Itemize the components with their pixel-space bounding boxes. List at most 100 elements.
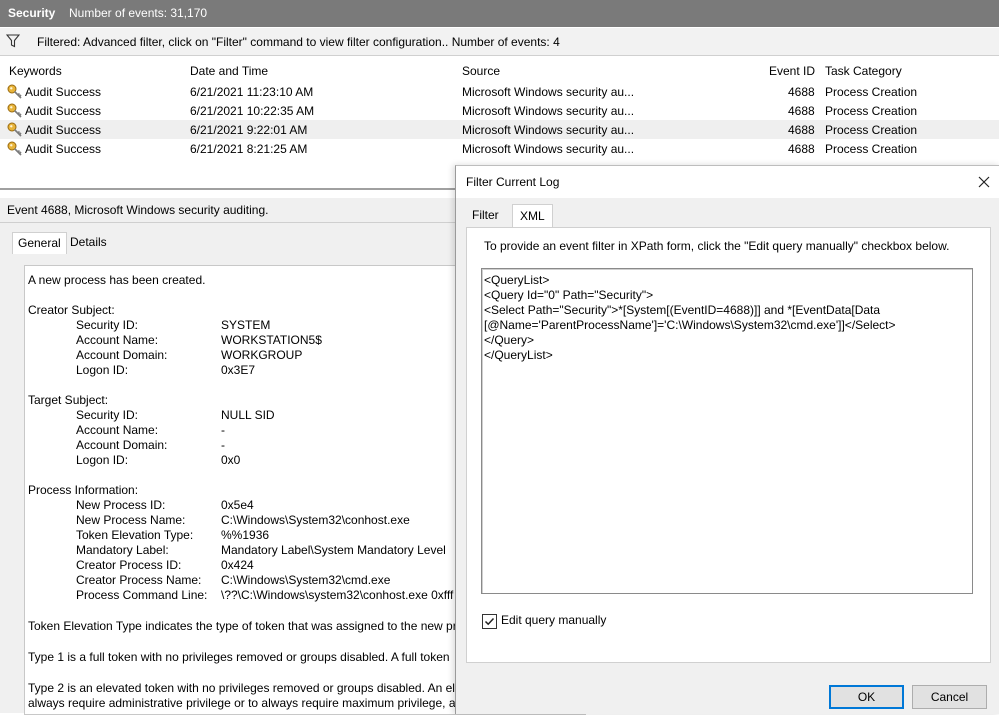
xml-line: <QueryList> <box>484 273 550 287</box>
edit-query-manually-label[interactable]: Edit query manually <box>501 613 606 627</box>
log-name: Security <box>8 6 56 20</box>
field-value: - <box>221 438 225 452</box>
column-header-task-category[interactable]: Task Category <box>825 64 902 78</box>
cell-event-id: 4688 <box>788 142 815 156</box>
field-label: Token Elevation Type: <box>76 528 194 542</box>
filter-info-bar: Filtered: Advanced filter, click on "Fil… <box>0 28 999 56</box>
cell-keyword: Audit Success <box>25 142 102 156</box>
field-label: Logon ID: <box>76 453 129 467</box>
cancel-button[interactable]: Cancel <box>912 685 987 709</box>
cell-source: Microsoft Windows security au... <box>462 123 635 137</box>
funnel-icon <box>6 34 20 48</box>
cell-datetime: 6/21/2021 11:23:10 AM <box>190 85 314 99</box>
field-value: C:\Windows\System32\conhost.exe <box>221 513 410 527</box>
dialog-title: Filter Current Log <box>466 175 560 189</box>
cell-category: Process Creation <box>825 142 918 156</box>
cell-event-id: 4688 <box>788 123 815 137</box>
field-value: 0x424 <box>221 558 254 572</box>
field-value: \??\C:\Windows\system32\conhost.exe 0xff… <box>221 588 454 602</box>
section-heading: Target Subject: <box>28 393 109 407</box>
key-icon <box>7 84 22 99</box>
field-label: Security ID: <box>76 408 139 422</box>
column-header-keywords[interactable]: Keywords <box>9 64 62 78</box>
filter-current-log-dialog: Filter Current Log Filter XML To provide… <box>455 165 999 714</box>
field-value: WORKGROUP <box>221 348 303 362</box>
description-line: always require administrative privilege … <box>28 696 456 710</box>
table-row[interactable]: Audit Success 6/21/2021 11:23:10 AM Micr… <box>0 82 999 101</box>
cell-keyword: Audit Success <box>25 104 102 118</box>
field-label: New Process Name: <box>76 513 186 527</box>
cell-source: Microsoft Windows security au... <box>462 85 635 99</box>
description-line: Type 1 is a full token with no privilege… <box>28 650 450 664</box>
column-header-event-id[interactable]: Event ID <box>769 64 815 78</box>
table-row[interactable]: Audit Success 6/21/2021 10:22:35 AM Micr… <box>0 101 999 120</box>
table-row-selected[interactable]: Audit Success 6/21/2021 9:22:01 AM Micro… <box>0 120 999 139</box>
key-icon <box>7 122 22 137</box>
field-value: NULL SID <box>221 408 275 422</box>
xml-line: [@Name='ParentProcessName']='C:\Windows\… <box>484 318 896 332</box>
event-count: Number of events: 31,170 <box>69 6 208 20</box>
tab-details[interactable]: Details <box>65 232 112 252</box>
field-label: Account Domain: <box>76 348 168 362</box>
field-value: - <box>221 423 225 437</box>
description-line: Token Elevation Type indicates the type … <box>28 619 464 633</box>
cell-category: Process Creation <box>825 85 918 99</box>
cell-category: Process Creation <box>825 123 918 137</box>
tab-general[interactable]: General <box>12 232 67 254</box>
field-label: Account Name: <box>76 333 159 347</box>
field-label: Process Command Line: <box>76 588 208 602</box>
section-heading: Creator Subject: <box>28 303 115 317</box>
column-header-date-time[interactable]: Date and Time <box>190 64 268 78</box>
xml-line: <Select Path="Security">*[System[(EventI… <box>484 303 881 317</box>
field-label: Creator Process ID: <box>76 558 182 572</box>
cell-datetime: 6/21/2021 8:21:25 AM <box>190 142 308 156</box>
field-value: SYSTEM <box>221 318 271 332</box>
field-label: Account Name: <box>76 423 159 437</box>
tab-filter[interactable]: Filter <box>465 204 506 226</box>
field-label: Creator Process Name: <box>76 573 202 587</box>
xml-query-editor[interactable]: <QueryList> <Query Id="0" Path="Security… <box>481 268 973 594</box>
cell-event-id: 4688 <box>788 85 815 99</box>
cell-event-id: 4688 <box>788 104 815 118</box>
xml-line: <Query Id="0" Path="Security"> <box>484 288 654 302</box>
description-line: Type 2 is an elevated token with no priv… <box>28 681 462 695</box>
cell-category: Process Creation <box>825 104 918 118</box>
key-icon <box>7 141 22 156</box>
column-header-source[interactable]: Source <box>462 64 500 78</box>
filter-info-text: Filtered: Advanced filter, click on "Fil… <box>37 35 560 49</box>
field-label: Security ID: <box>76 318 139 332</box>
xml-line: </QueryList> <box>484 348 553 362</box>
key-icon <box>7 103 22 118</box>
cell-keyword: Audit Success <box>25 85 102 99</box>
close-icon[interactable] <box>974 172 994 192</box>
field-value: 0x0 <box>221 453 241 467</box>
section-heading: Process Information: <box>28 483 139 497</box>
dialog-title-bar[interactable]: Filter Current Log <box>456 166 999 198</box>
xml-tab-panel: To provide an event filter in XPath form… <box>466 227 991 663</box>
log-header: Security Number of events: 31,170 <box>0 0 999 27</box>
cell-source: Microsoft Windows security au... <box>462 142 635 156</box>
cell-keyword: Audit Success <box>25 123 102 137</box>
ok-button[interactable]: OK <box>829 685 904 709</box>
field-value: 0x3E7 <box>221 363 256 377</box>
field-value: Mandatory Label\System Mandatory Level <box>221 543 446 557</box>
field-value: WORKSTATION5$ <box>221 333 322 347</box>
edit-query-manually-checkbox[interactable] <box>482 614 497 629</box>
field-label: Account Domain: <box>76 438 168 452</box>
cell-datetime: 6/21/2021 10:22:35 AM <box>190 104 315 118</box>
tab-xml[interactable]: XML <box>512 204 553 228</box>
checkmark-icon <box>484 617 495 626</box>
cell-source: Microsoft Windows security au... <box>462 104 635 118</box>
description-line: A new process has been created. <box>28 273 206 287</box>
xml-instructions: To provide an event filter in XPath form… <box>484 239 950 253</box>
field-label: New Process ID: <box>76 498 166 512</box>
field-label: Logon ID: <box>76 363 129 377</box>
xml-line: </Query> <box>484 333 535 347</box>
table-row[interactable]: Audit Success 6/21/2021 8:21:25 AM Micro… <box>0 139 999 158</box>
field-value: %%1936 <box>221 528 270 542</box>
field-value: 0x5e4 <box>221 498 254 512</box>
cell-datetime: 6/21/2021 9:22:01 AM <box>190 123 308 137</box>
event-detail-title: Event 4688, Microsoft Windows security a… <box>7 203 269 217</box>
field-label: Mandatory Label: <box>76 543 169 557</box>
field-value: C:\Windows\System32\cmd.exe <box>221 573 391 587</box>
